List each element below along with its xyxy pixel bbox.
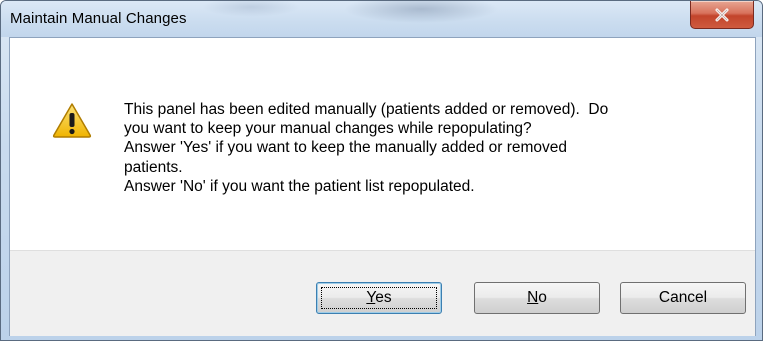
cancel-button-label: Cancel: [658, 289, 708, 306]
message-line: patients.: [124, 158, 183, 176]
yes-button-label: Yes: [366, 289, 392, 306]
warning-icon: [52, 103, 92, 138]
button-bar: Yes No Cancel: [10, 250, 755, 336]
message-line: Answer 'Yes' if you want to keep the man…: [124, 139, 568, 157]
message-text: This panel has been edited manually (pat…: [124, 100, 744, 196]
dialog-title: Maintain Manual Changes: [10, 10, 187, 27]
message-line: you want to keep your manual changes whi…: [124, 120, 532, 138]
close-button[interactable]: [690, 1, 754, 29]
no-button-label: No: [527, 289, 547, 306]
dialog-content: This panel has been edited manually (pat…: [9, 37, 756, 336]
close-icon: [715, 8, 729, 21]
cancel-button[interactable]: Cancel: [620, 282, 746, 314]
message-line: Answer 'No' if you want the patient list…: [124, 177, 475, 195]
message-area: This panel has been edited manually (pat…: [10, 38, 755, 250]
message-line: This panel has been edited manually (pat…: [124, 101, 609, 118]
dialog-window: Maintain Manual Changes This panel has b…: [0, 0, 763, 341]
no-button[interactable]: No: [474, 282, 600, 314]
title-bar[interactable]: Maintain Manual Changes: [1, 1, 762, 37]
yes-button[interactable]: Yes: [316, 282, 442, 314]
